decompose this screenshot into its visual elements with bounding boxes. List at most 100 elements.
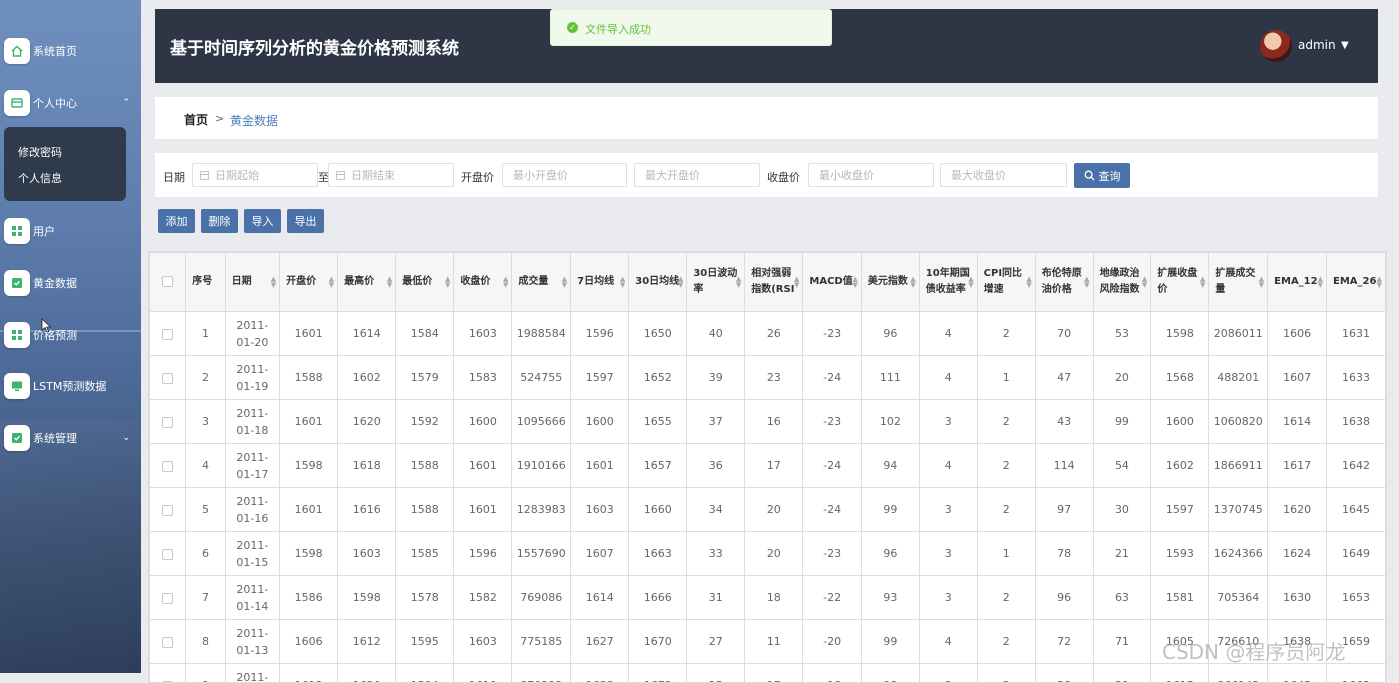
sort-icon[interactable]: ▲▼ [1084,276,1089,288]
row-checkbox-cell[interactable] [150,488,186,532]
row-checkbox-cell[interactable] [150,576,186,620]
sort-icon[interactable]: ▲▼ [445,276,450,288]
table-row[interactable]: 12011-01-2016011614158416031988584159616… [150,312,1386,356]
sidebar-item-users[interactable]: 用户 [4,217,136,245]
select-all-checkbox[interactable] [162,276,173,287]
sidebar-item-lstm-data[interactable]: LSTM预测数据 [4,372,136,400]
open-max-input[interactable] [635,164,759,186]
sidebar: 系统首页 个人中心 ⌃ 修改密码 个人信息 用户 黄金数据 价格预测 LSTM预… [0,0,141,673]
sort-icon[interactable]: ▲▼ [1026,276,1031,288]
column-header[interactable]: 美元指数▲▼ [861,253,919,312]
column-header[interactable]: 开盘价▲▼ [280,253,338,312]
delete-button[interactable]: 删除 [201,209,238,233]
row-checkbox-cell[interactable] [150,400,186,444]
row-checkbox[interactable] [162,505,173,516]
close-max-input[interactable] [941,164,1066,186]
table-row[interactable]: 42011-01-1715981618158816011910166160116… [150,444,1386,488]
open-min-field[interactable] [502,163,627,187]
table-row[interactable]: 32011-01-1816011620159216001095666160016… [150,400,1386,444]
column-header[interactable]: 7日均线▲▼ [571,253,629,312]
date-end-field[interactable] [328,163,454,187]
sidebar-item-system-management[interactable]: 系统管理 ⌄ [4,424,136,452]
caret-down-icon[interactable]: ▼ [1341,40,1349,51]
column-header[interactable]: 10年期国债收益率▲▼ [919,253,977,312]
submenu-item-change-password[interactable]: 修改密码 [18,144,62,160]
row-checkbox-cell[interactable] [150,444,186,488]
column-header[interactable]: 30日波动率▲▼ [687,253,745,312]
avatar[interactable] [1260,30,1292,62]
row-checkbox-cell[interactable] [150,356,186,400]
date-end-input[interactable] [329,164,453,186]
row-checkbox-cell[interactable] [150,532,186,576]
table-row[interactable]: 92011-01-1613162015941610870393163816722… [150,664,1386,683]
row-checkbox[interactable] [162,417,173,428]
sort-icon[interactable]: ▲▼ [271,276,276,288]
row-checkbox[interactable] [162,549,173,560]
select-all-checkbox-cell[interactable] [150,253,186,312]
date-start-input[interactable] [193,164,317,186]
sort-icon[interactable]: ▲▼ [562,276,567,288]
row-checkbox[interactable] [162,593,173,604]
table-row[interactable]: 52011-01-1616011616158816011283983160316… [150,488,1386,532]
row-checkbox-cell[interactable] [150,664,186,683]
column-header[interactable]: EMA_12▲▼ [1268,253,1327,312]
sidebar-item-personal-center[interactable]: 个人中心 ⌃ [4,89,136,117]
sidebar-item-home[interactable]: 系统首页 [4,37,136,65]
column-header[interactable]: EMA_26▲▼ [1327,253,1386,312]
column-header[interactable]: 30日均线▲▼ [629,253,687,312]
sort-icon[interactable]: ▲▼ [853,276,858,288]
open-min-input[interactable] [503,164,626,186]
column-header[interactable]: 成交量▲▼ [512,253,571,312]
export-button[interactable]: 导出 [287,209,324,233]
column-header[interactable]: 扩展成交量▲▼ [1209,253,1268,312]
breadcrumb-home[interactable]: 首页 [184,111,208,128]
column-header[interactable]: 扩展收盘价▲▼ [1151,253,1209,312]
column-header[interactable]: 最低价▲▼ [396,253,454,312]
close-min-field[interactable] [808,163,934,187]
sort-icon[interactable]: ▲▼ [794,276,799,288]
sort-icon[interactable]: ▲▼ [968,276,973,288]
column-header[interactable]: MACD值▲▼ [803,253,862,312]
row-checkbox[interactable] [162,637,173,648]
sort-icon[interactable]: ▲▼ [910,276,915,288]
row-checkbox-cell[interactable] [150,620,186,664]
row-checkbox-cell[interactable] [150,312,186,356]
sidebar-item-gold-data[interactable]: 黄金数据 [4,269,136,297]
import-button[interactable]: 导入 [244,209,281,233]
sidebar-item-price-prediction[interactable]: 价格预测 [4,321,136,349]
column-header[interactable]: 最高价▲▼ [338,253,396,312]
sort-icon[interactable]: ▲▼ [736,276,741,288]
sort-icon[interactable]: ▲▼ [1200,276,1205,288]
sort-icon[interactable]: ▲▼ [1259,276,1264,288]
table-row[interactable]: 22011-01-1915881602157915835247551597165… [150,356,1386,400]
column-header[interactable]: 序号 [186,253,225,312]
sort-icon[interactable]: ▲▼ [620,276,625,288]
user-name[interactable]: admin [1298,38,1336,52]
column-header[interactable]: 收盘价▲▼ [454,253,512,312]
sort-icon[interactable]: ▲▼ [503,276,508,288]
column-header[interactable]: CPI同比增速▲▼ [977,253,1035,312]
row-checkbox[interactable] [162,461,173,472]
table-row[interactable]: 62011-01-1515981603158515961557690160716… [150,532,1386,576]
sort-icon[interactable]: ▲▼ [1142,276,1147,288]
query-button[interactable]: 查询 [1074,163,1130,188]
date-start-field[interactable] [192,163,318,187]
column-header[interactable]: 布伦特原油价格▲▼ [1035,253,1093,312]
data-table-container[interactable]: 序号日期▲▼开盘价▲▼最高价▲▼最低价▲▼收盘价▲▼成交量▲▼7日均线▲▼30日… [148,251,1387,683]
row-checkbox[interactable] [162,373,173,384]
sort-icon[interactable]: ▲▼ [387,276,392,288]
add-button[interactable]: 添加 [158,209,195,233]
submenu-item-personal-info[interactable]: 个人信息 [18,170,62,186]
column-header[interactable]: 相对强弱指数(RSI▲▼ [745,253,803,312]
column-header[interactable]: 日期▲▼ [225,253,279,312]
row-checkbox[interactable] [162,329,173,340]
sort-icon[interactable]: ▲▼ [678,276,683,288]
column-header[interactable]: 地缘政治风险指数▲▼ [1093,253,1151,312]
sort-icon[interactable]: ▲▼ [329,276,334,288]
close-min-input[interactable] [809,164,933,186]
sort-icon[interactable]: ▲▼ [1318,276,1323,288]
open-max-field[interactable] [634,163,760,187]
close-max-field[interactable] [940,163,1067,187]
sort-icon[interactable]: ▲▼ [1377,276,1382,288]
table-row[interactable]: 72011-01-1415861598157815827690861614166… [150,576,1386,620]
